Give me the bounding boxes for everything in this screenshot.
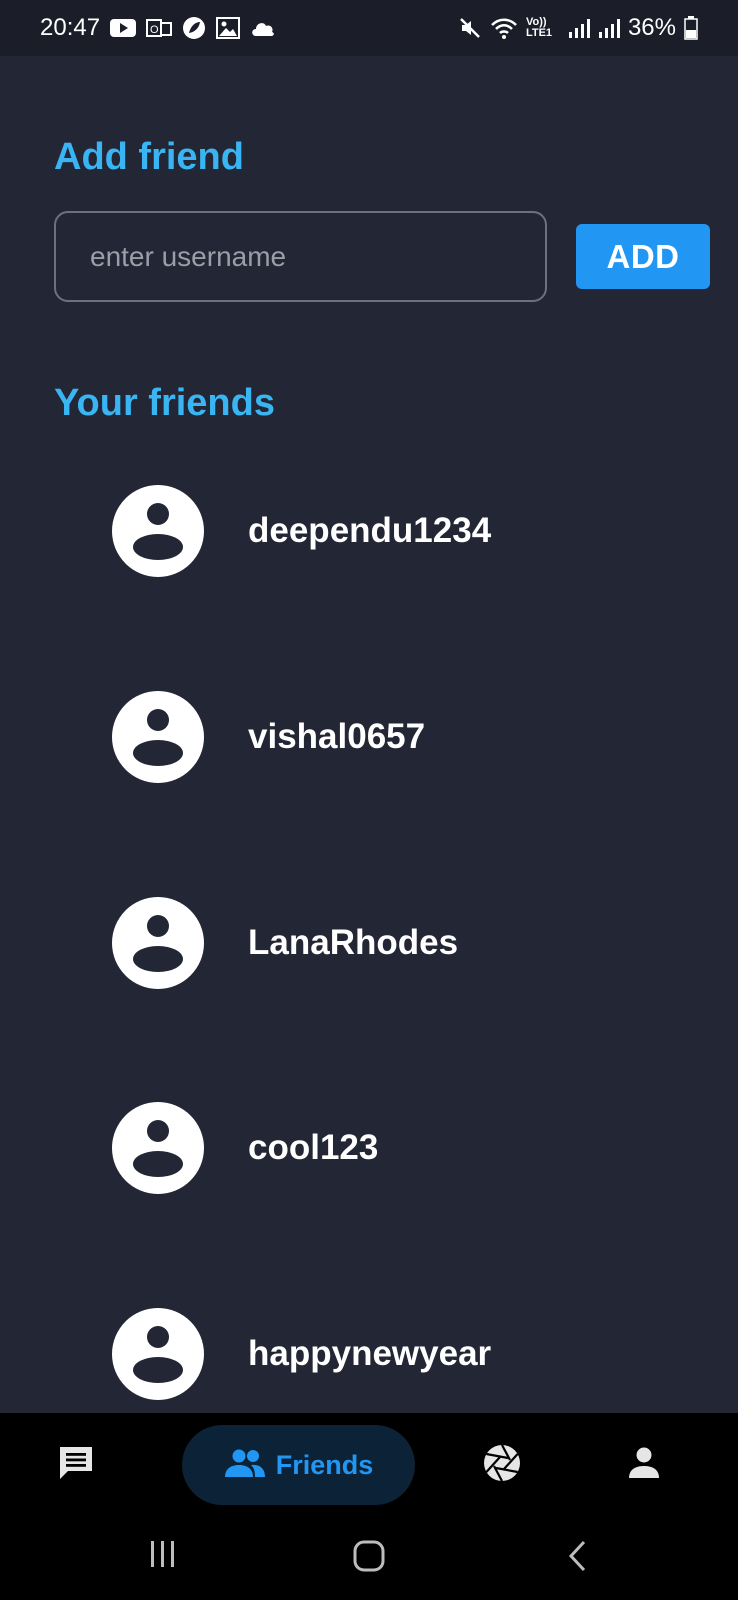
back-button[interactable] xyxy=(566,1539,588,1578)
add-button[interactable]: ADD xyxy=(576,224,710,289)
battery-percentage: 36% xyxy=(627,14,676,41)
nav-camera-tab[interactable] xyxy=(462,1425,542,1505)
outlook-icon: O xyxy=(146,17,173,39)
nav-friends-label: Friends xyxy=(275,1449,374,1480)
friend-username: happynewyear xyxy=(248,1334,492,1373)
chat-icon xyxy=(56,1443,96,1488)
home-button[interactable] xyxy=(352,1539,386,1578)
back-icon xyxy=(568,1540,586,1572)
friend-item[interactable]: cool123 xyxy=(112,1102,672,1194)
home-icon xyxy=(353,1540,385,1572)
mute-icon xyxy=(458,16,482,40)
wifi-icon xyxy=(490,16,518,40)
nav-profile-tab[interactable] xyxy=(604,1425,684,1505)
nav-friends-tab[interactable]: Friends xyxy=(182,1425,415,1505)
your-friends-title: Your friends xyxy=(54,382,275,424)
friend-item[interactable]: vishal0657 xyxy=(112,691,672,783)
username-input[interactable] xyxy=(54,211,547,302)
status-time: 20:47 xyxy=(40,14,101,41)
svg-text:O: O xyxy=(150,24,159,36)
recent-apps-button[interactable] xyxy=(148,1539,178,1574)
avatar-icon xyxy=(112,691,204,783)
system-nav-bar xyxy=(0,1519,738,1600)
gallery-icon xyxy=(216,17,241,39)
people-icon xyxy=(224,1448,266,1483)
avatar-icon xyxy=(112,1102,204,1194)
person-icon xyxy=(626,1445,662,1486)
avatar-icon xyxy=(112,485,204,577)
youtube-icon xyxy=(110,18,137,38)
bottom-nav: Friends xyxy=(0,1413,738,1519)
friend-item[interactable]: happynewyear xyxy=(112,1308,672,1400)
avatar-icon xyxy=(112,1308,204,1400)
add-friend-title: Add friend xyxy=(54,136,244,178)
friend-username: cool123 xyxy=(248,1128,379,1167)
status-right: Vo)) LTE1 36% xyxy=(458,14,698,42)
avatar-icon xyxy=(112,897,204,989)
friend-item[interactable]: deependu1234 xyxy=(112,485,672,577)
leaf-app-icon xyxy=(182,16,206,40)
volte-label: Vo)) LTE1 xyxy=(525,16,553,39)
signal-icon xyxy=(568,17,590,39)
friend-username: deependu1234 xyxy=(248,511,492,550)
friend-username: vishal0657 xyxy=(248,717,426,756)
camera-shutter-icon xyxy=(482,1443,522,1488)
cloud-icon xyxy=(250,19,276,37)
friend-item[interactable]: LanaRhodes xyxy=(112,897,672,989)
nav-messages-tab[interactable] xyxy=(36,1425,116,1505)
status-bar: 20:47 O Vo)) LTE1 36% xyxy=(0,0,738,56)
friend-username: LanaRhodes xyxy=(248,923,459,962)
recent-apps-icon xyxy=(151,1541,174,1567)
battery-icon xyxy=(684,16,698,40)
status-left: 20:47 O xyxy=(40,14,276,42)
signal-icon-2 xyxy=(598,17,620,39)
